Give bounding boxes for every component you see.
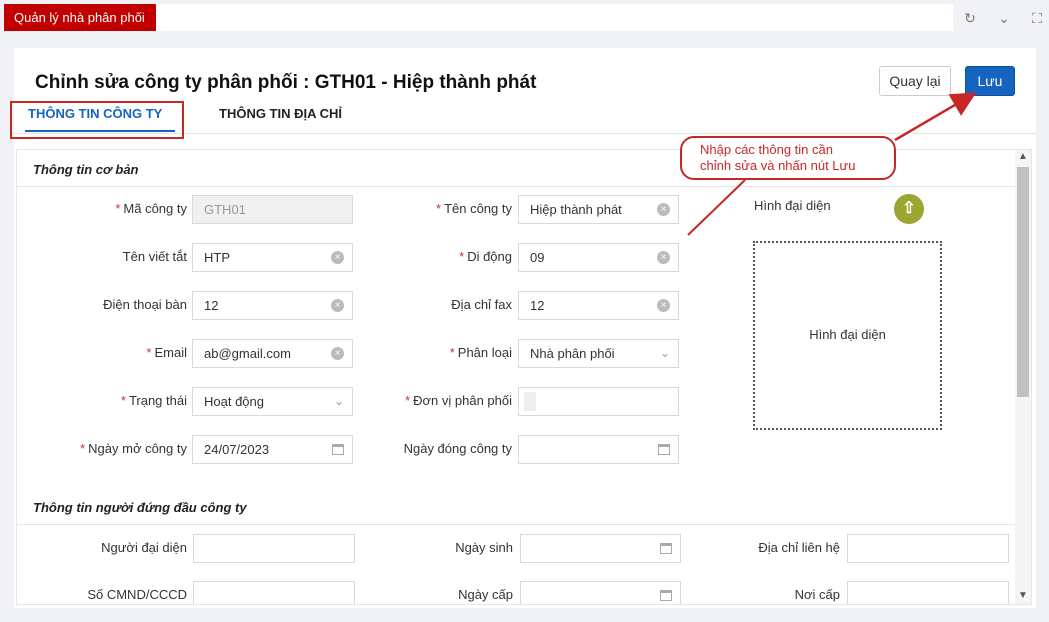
clear-icon[interactable]: × <box>331 299 344 312</box>
label-dia-chi-lien-he: Địa chỉ liên hệ <box>758 540 840 555</box>
save-button[interactable]: Lưu <box>965 66 1015 96</box>
module-tab[interactable]: Quản lý nhà phân phối <box>4 4 156 31</box>
clear-icon[interactable]: × <box>657 203 670 216</box>
avatar-placeholder: Hình đại diện <box>809 327 886 342</box>
chevron-down-icon: ⌄ <box>659 346 670 360</box>
don-vi-phan-phoi-select[interactable] <box>518 387 679 416</box>
chevron-down-icon[interactable]: ⌄ <box>994 8 1014 28</box>
callout-line-2: chỉnh sửa và nhấn nút Lưu <box>700 158 856 173</box>
upload-icon[interactable]: ⇧ <box>894 194 924 224</box>
avatar-label: Hình đại diện <box>754 198 831 213</box>
dia-chi-fax-input[interactable]: 12 × <box>518 291 679 320</box>
label-ngay-sinh: Ngày sinh <box>455 540 513 555</box>
calendar-icon[interactable] <box>660 590 672 601</box>
expand-icon[interactable]: ⛶ <box>1027 8 1047 28</box>
callout-line-1: Nhập các thông tin cần <box>700 142 833 157</box>
scroll-down-icon[interactable]: ▼ <box>1017 590 1029 601</box>
dia-chi-lien-he-input[interactable] <box>847 534 1009 563</box>
di-dong-input[interactable]: 09 × <box>518 243 679 272</box>
label-email: * Email <box>146 345 187 360</box>
tag-placeholder <box>524 392 536 411</box>
edit-company-card: Chỉnh sửa công ty phân phối : GTH01 - Hi… <box>10 48 1036 608</box>
phan-loai-select[interactable]: Nhà phân phối ⌄ <box>518 339 679 368</box>
dien-thoai-ban-input[interactable]: 12 × <box>192 291 353 320</box>
ngay-sinh-date-input[interactable] <box>520 534 681 563</box>
label-ngay-cap: Ngày cấp <box>458 587 513 602</box>
avatar-dropzone[interactable]: Hình đại diện <box>753 241 942 430</box>
ngay-cap-date-input[interactable] <box>520 581 681 604</box>
noi-cap-input[interactable] <box>847 581 1009 604</box>
vertical-scrollbar[interactable]: ▲ ▼ <box>1015 150 1031 604</box>
clear-icon[interactable]: × <box>331 251 344 264</box>
trang-thai-select[interactable]: Hoạt động ⌄ <box>192 387 353 416</box>
section-head-title: Thông tin người đứng đầu công ty <box>33 500 247 515</box>
divider <box>17 524 1015 525</box>
label-dia-chi-fax: Địa chỉ fax <box>451 297 512 312</box>
section-basic-title: Thông tin cơ bản <box>33 162 139 177</box>
label-phan-loai: * Phân loại <box>449 345 512 360</box>
label-ten-viet-tat: Tên viết tắt <box>122 249 187 264</box>
chevron-down-icon: ⌄ <box>333 394 344 408</box>
label-ngay-mo: * Ngày mở công ty <box>80 441 187 456</box>
label-di-dong: * Di động <box>459 249 512 264</box>
label-ma-cong-ty: * Mã công ty <box>115 201 187 216</box>
label-ten-cong-ty: * Tên công ty <box>436 201 512 216</box>
top-bar: Quản lý nhà phân phối ↻ ⌄ ⛶ <box>0 0 1049 36</box>
clear-icon[interactable]: × <box>657 251 670 264</box>
label-noi-cap: Nơi cấp <box>794 587 840 602</box>
ma-cong-ty-input: GTH01 <box>192 195 353 224</box>
tab-address-info[interactable]: THÔNG TIN ĐỊA CHỈ <box>219 106 342 121</box>
ngay-dong-date-input[interactable] <box>518 435 679 464</box>
clear-icon[interactable]: × <box>657 299 670 312</box>
label-don-vi-phan-phoi: * Đơn vị phân phối <box>405 393 512 408</box>
label-trang-thai: * Trạng thái <box>120 393 187 408</box>
tab-strip <box>156 4 953 31</box>
email-input[interactable]: ab@gmail.com × <box>192 339 353 368</box>
instruction-callout: Nhập các thông tin cần chỉnh sửa và nhấn… <box>680 136 896 180</box>
scroll-up-icon[interactable]: ▲ <box>1017 151 1029 162</box>
label-ngay-dong: Ngày đóng công ty <box>403 441 512 456</box>
back-button[interactable]: Quay lại <box>879 66 951 96</box>
label-nguoi-dai-dien: Người đại diện <box>101 540 187 555</box>
tab-highlight-annotation <box>10 101 184 139</box>
scroll-thumb[interactable] <box>1017 167 1029 397</box>
ten-cong-ty-input[interactable]: Hiệp thành phát × <box>518 195 679 224</box>
page-title: Chỉnh sửa công ty phân phối : GTH01 - Hi… <box>35 72 537 93</box>
divider <box>17 186 1015 187</box>
label-dien-thoai-ban: Điện thoại bàn <box>103 297 187 312</box>
calendar-icon[interactable] <box>658 444 670 455</box>
ngay-mo-date-input[interactable]: 24/07/2023 <box>192 435 353 464</box>
calendar-icon[interactable] <box>332 444 344 455</box>
cmnd-input[interactable] <box>193 581 355 604</box>
label-cmnd: Số CMND/CCCD <box>87 587 187 602</box>
refresh-icon[interactable]: ↻ <box>960 8 980 28</box>
nguoi-dai-dien-input[interactable] <box>193 534 355 563</box>
ten-viet-tat-input[interactable]: HTP × <box>192 243 353 272</box>
clear-icon[interactable]: × <box>331 347 344 360</box>
calendar-icon[interactable] <box>660 543 672 554</box>
form-scroll-area: Thông tin cơ bản * Mã công ty GTH01 * Tên … <box>16 149 1032 605</box>
